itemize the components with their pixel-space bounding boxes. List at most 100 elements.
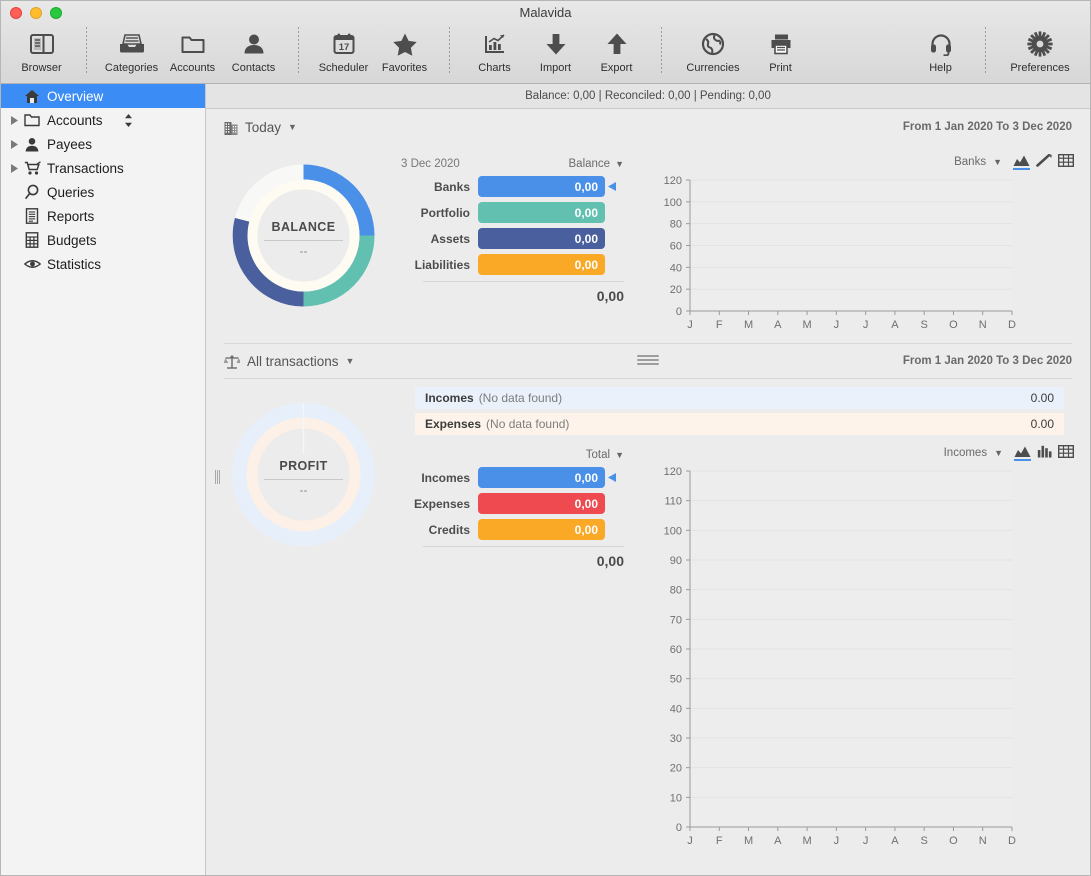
transactions-chart-header: Incomes ▼ xyxy=(654,443,1074,463)
bar-fill[interactable]: 0,00 xyxy=(478,519,605,540)
balance-donut-value: -- xyxy=(299,244,308,258)
toolbar-button-accounts[interactable]: Accounts xyxy=(162,23,223,74)
transactions-bars-mode-selector[interactable]: Total ▼ xyxy=(586,449,624,461)
arrow-up-icon xyxy=(606,27,628,61)
toolbar-button-favorites[interactable]: Favorites xyxy=(374,23,435,74)
toolbar-button-preferences[interactable]: Preferences xyxy=(1000,23,1080,74)
sidebar-item-budgets[interactable]: Budgets xyxy=(1,228,205,252)
bar-fill[interactable]: 0,00 xyxy=(478,467,605,488)
bar-row-assets[interactable]: Assets 0,00 xyxy=(401,228,646,249)
sidebar-item-label: Payees xyxy=(47,136,93,152)
bar-row-portfolio[interactable]: Portfolio 0,00 xyxy=(401,202,646,223)
chevron-down-icon[interactable]: ▼ xyxy=(993,157,1002,167)
svg-text:20: 20 xyxy=(670,763,682,775)
svg-text:10: 10 xyxy=(670,792,682,804)
line-chart-icon[interactable] xyxy=(1036,154,1052,170)
chevron-down-icon[interactable]: ▼ xyxy=(615,450,624,460)
transactions-section-header: All transactions ▼ From 1 Jan 2020 To 3 … xyxy=(206,344,1090,378)
summary-row-incomes[interactable]: Incomes (No data found) 0.00 xyxy=(415,387,1064,409)
bar-row-liabilities[interactable]: Liabilities 0,00 xyxy=(401,254,646,275)
chevron-down-icon[interactable]: ▼ xyxy=(994,448,1003,458)
transactions-chart-plot[interactable]: 0 10 20 30 40 50 60 70 80 90 100 110 120 J F M A M J J A S O N D xyxy=(654,463,1074,853)
toolbar-label: Contacts xyxy=(231,62,276,74)
toolbar-button-help[interactable]: Help xyxy=(910,23,971,74)
toolbar-button-export[interactable]: Export xyxy=(586,23,647,74)
balance-bars-mode-selector[interactable]: Balance ▼ xyxy=(569,158,624,170)
svg-text:D: D xyxy=(1008,319,1016,331)
today-section-title[interactable]: Today ▼ xyxy=(224,120,297,135)
bar-fill[interactable]: 0,00 xyxy=(478,228,605,249)
balance-bars-mode-label: Balance xyxy=(568,158,611,170)
toolbar-label: Help xyxy=(929,62,952,74)
bar-fill[interactable]: 0,00 xyxy=(478,493,605,514)
toolbar-button-scheduler[interactable]: 17 Scheduler xyxy=(313,23,374,74)
area-chart-icon[interactable] xyxy=(1014,445,1031,461)
sidebar-item-label: Transactions xyxy=(47,160,124,176)
sort-arrows-icon[interactable] xyxy=(124,113,133,127)
toolbar-button-categories[interactable]: Categories xyxy=(101,23,162,74)
bar-fill[interactable]: 0,00 xyxy=(478,202,605,223)
bar-chart-icon[interactable] xyxy=(1037,445,1052,461)
sidebar-item-accounts[interactable]: Accounts xyxy=(1,108,205,132)
today-chart-plot[interactable]: 0 20 40 60 80 100 120 J F M A M J J A S O N D xyxy=(654,172,1074,337)
vertical-splitter-handle[interactable] xyxy=(214,467,221,487)
sidebar-item-transactions[interactable]: Transactions xyxy=(1,156,205,180)
table-icon[interactable] xyxy=(1058,154,1074,170)
svg-text:100: 100 xyxy=(664,197,682,209)
disclosure-triangle-icon[interactable] xyxy=(7,115,21,125)
svg-text:D: D xyxy=(1008,835,1016,847)
bar-fill[interactable]: 0,00 xyxy=(478,254,605,275)
bar-row-banks[interactable]: Banks 0,00 xyxy=(401,176,646,197)
toolbar-button-currencies[interactable]: Currencies xyxy=(676,23,750,74)
toolbar-separator xyxy=(985,27,986,73)
toolbar-button-charts[interactable]: Charts xyxy=(464,23,525,74)
svg-text:90: 90 xyxy=(670,555,682,567)
bar-value: 0,00 xyxy=(574,470,598,485)
balance-bars-date: 3 Dec 2020 xyxy=(401,158,460,170)
svg-text:120: 120 xyxy=(664,175,682,187)
sidebar-item-overview[interactable]: Overview xyxy=(1,84,205,108)
profit-donut-label: PROFIT xyxy=(279,459,328,473)
overview-scroll-area[interactable]: Today ▼ From 1 Jan 2020 To 3 Dec 2020 BA… xyxy=(206,110,1090,875)
toolbar-button-contacts[interactable]: Contacts xyxy=(223,23,284,74)
balance-bars-column: 3 Dec 2020 Balance ▼ Banks 0,00 Portfoli… xyxy=(401,144,646,337)
person-icon xyxy=(21,137,43,152)
summary-row-expenses[interactable]: Expenses (No data found) 0.00 xyxy=(415,413,1064,435)
summary-row-name: Incomes xyxy=(425,391,474,405)
chevron-down-icon[interactable]: ▼ xyxy=(288,122,297,132)
balance-donut[interactable]: BALANCE -- xyxy=(226,158,381,313)
toolbar-label: Preferences xyxy=(1010,62,1070,74)
toolbar-button-browser[interactable]: Browser xyxy=(11,23,72,74)
bar-row-credits[interactable]: Credits 0,00 xyxy=(401,519,646,540)
table-icon[interactable] xyxy=(1058,445,1074,461)
summary-row-amount: 0.00 xyxy=(1030,417,1054,431)
svg-text:M: M xyxy=(803,835,812,847)
area-chart-icon[interactable] xyxy=(1013,154,1030,170)
sidebar-item-payees[interactable]: Payees xyxy=(1,132,205,156)
chevron-down-icon[interactable]: ▼ xyxy=(346,356,355,366)
sidebar-item-label: Overview xyxy=(47,88,104,104)
transactions-section-title[interactable]: All transactions ▼ xyxy=(224,354,354,369)
calendar-icon: 17 xyxy=(332,27,356,61)
sidebar-item-statistics[interactable]: Statistics xyxy=(1,252,205,276)
section-resize-grip[interactable] xyxy=(637,355,659,365)
bar-row-expenses[interactable]: Expenses 0,00 xyxy=(401,493,646,514)
transactions-chart-svg: 0 10 20 30 40 50 60 70 80 90 100 110 120 J F M A M J J A S O N D xyxy=(664,466,1016,847)
profit-donut[interactable]: PROFIT -- xyxy=(226,397,381,552)
transactions-right-column: Incomes (No data found) 0.00 Expenses (N… xyxy=(401,383,1090,853)
svg-text:O: O xyxy=(949,319,958,331)
toolbar-button-import[interactable]: Import xyxy=(525,23,586,74)
sidebar-item-reports[interactable]: Reports xyxy=(1,204,205,228)
bar-value: 0,00 xyxy=(574,205,598,220)
sidebar-item-queries[interactable]: Queries xyxy=(1,180,205,204)
svg-text:O: O xyxy=(949,835,958,847)
bar-fill[interactable]: 0,00 xyxy=(478,176,605,197)
toolbar-button-print[interactable]: Print xyxy=(750,23,811,74)
disclosure-triangle-icon[interactable] xyxy=(7,163,21,173)
disclosure-triangle-icon[interactable] xyxy=(7,139,21,149)
bar-label: Liabilities xyxy=(414,257,470,272)
bar-row-incomes[interactable]: Incomes 0,00 xyxy=(401,467,646,488)
cart-icon xyxy=(21,160,43,176)
chevron-down-icon[interactable]: ▼ xyxy=(615,159,624,169)
content-area: Balance: 0,00 | Reconciled: 0,00 | Pendi… xyxy=(206,84,1090,875)
